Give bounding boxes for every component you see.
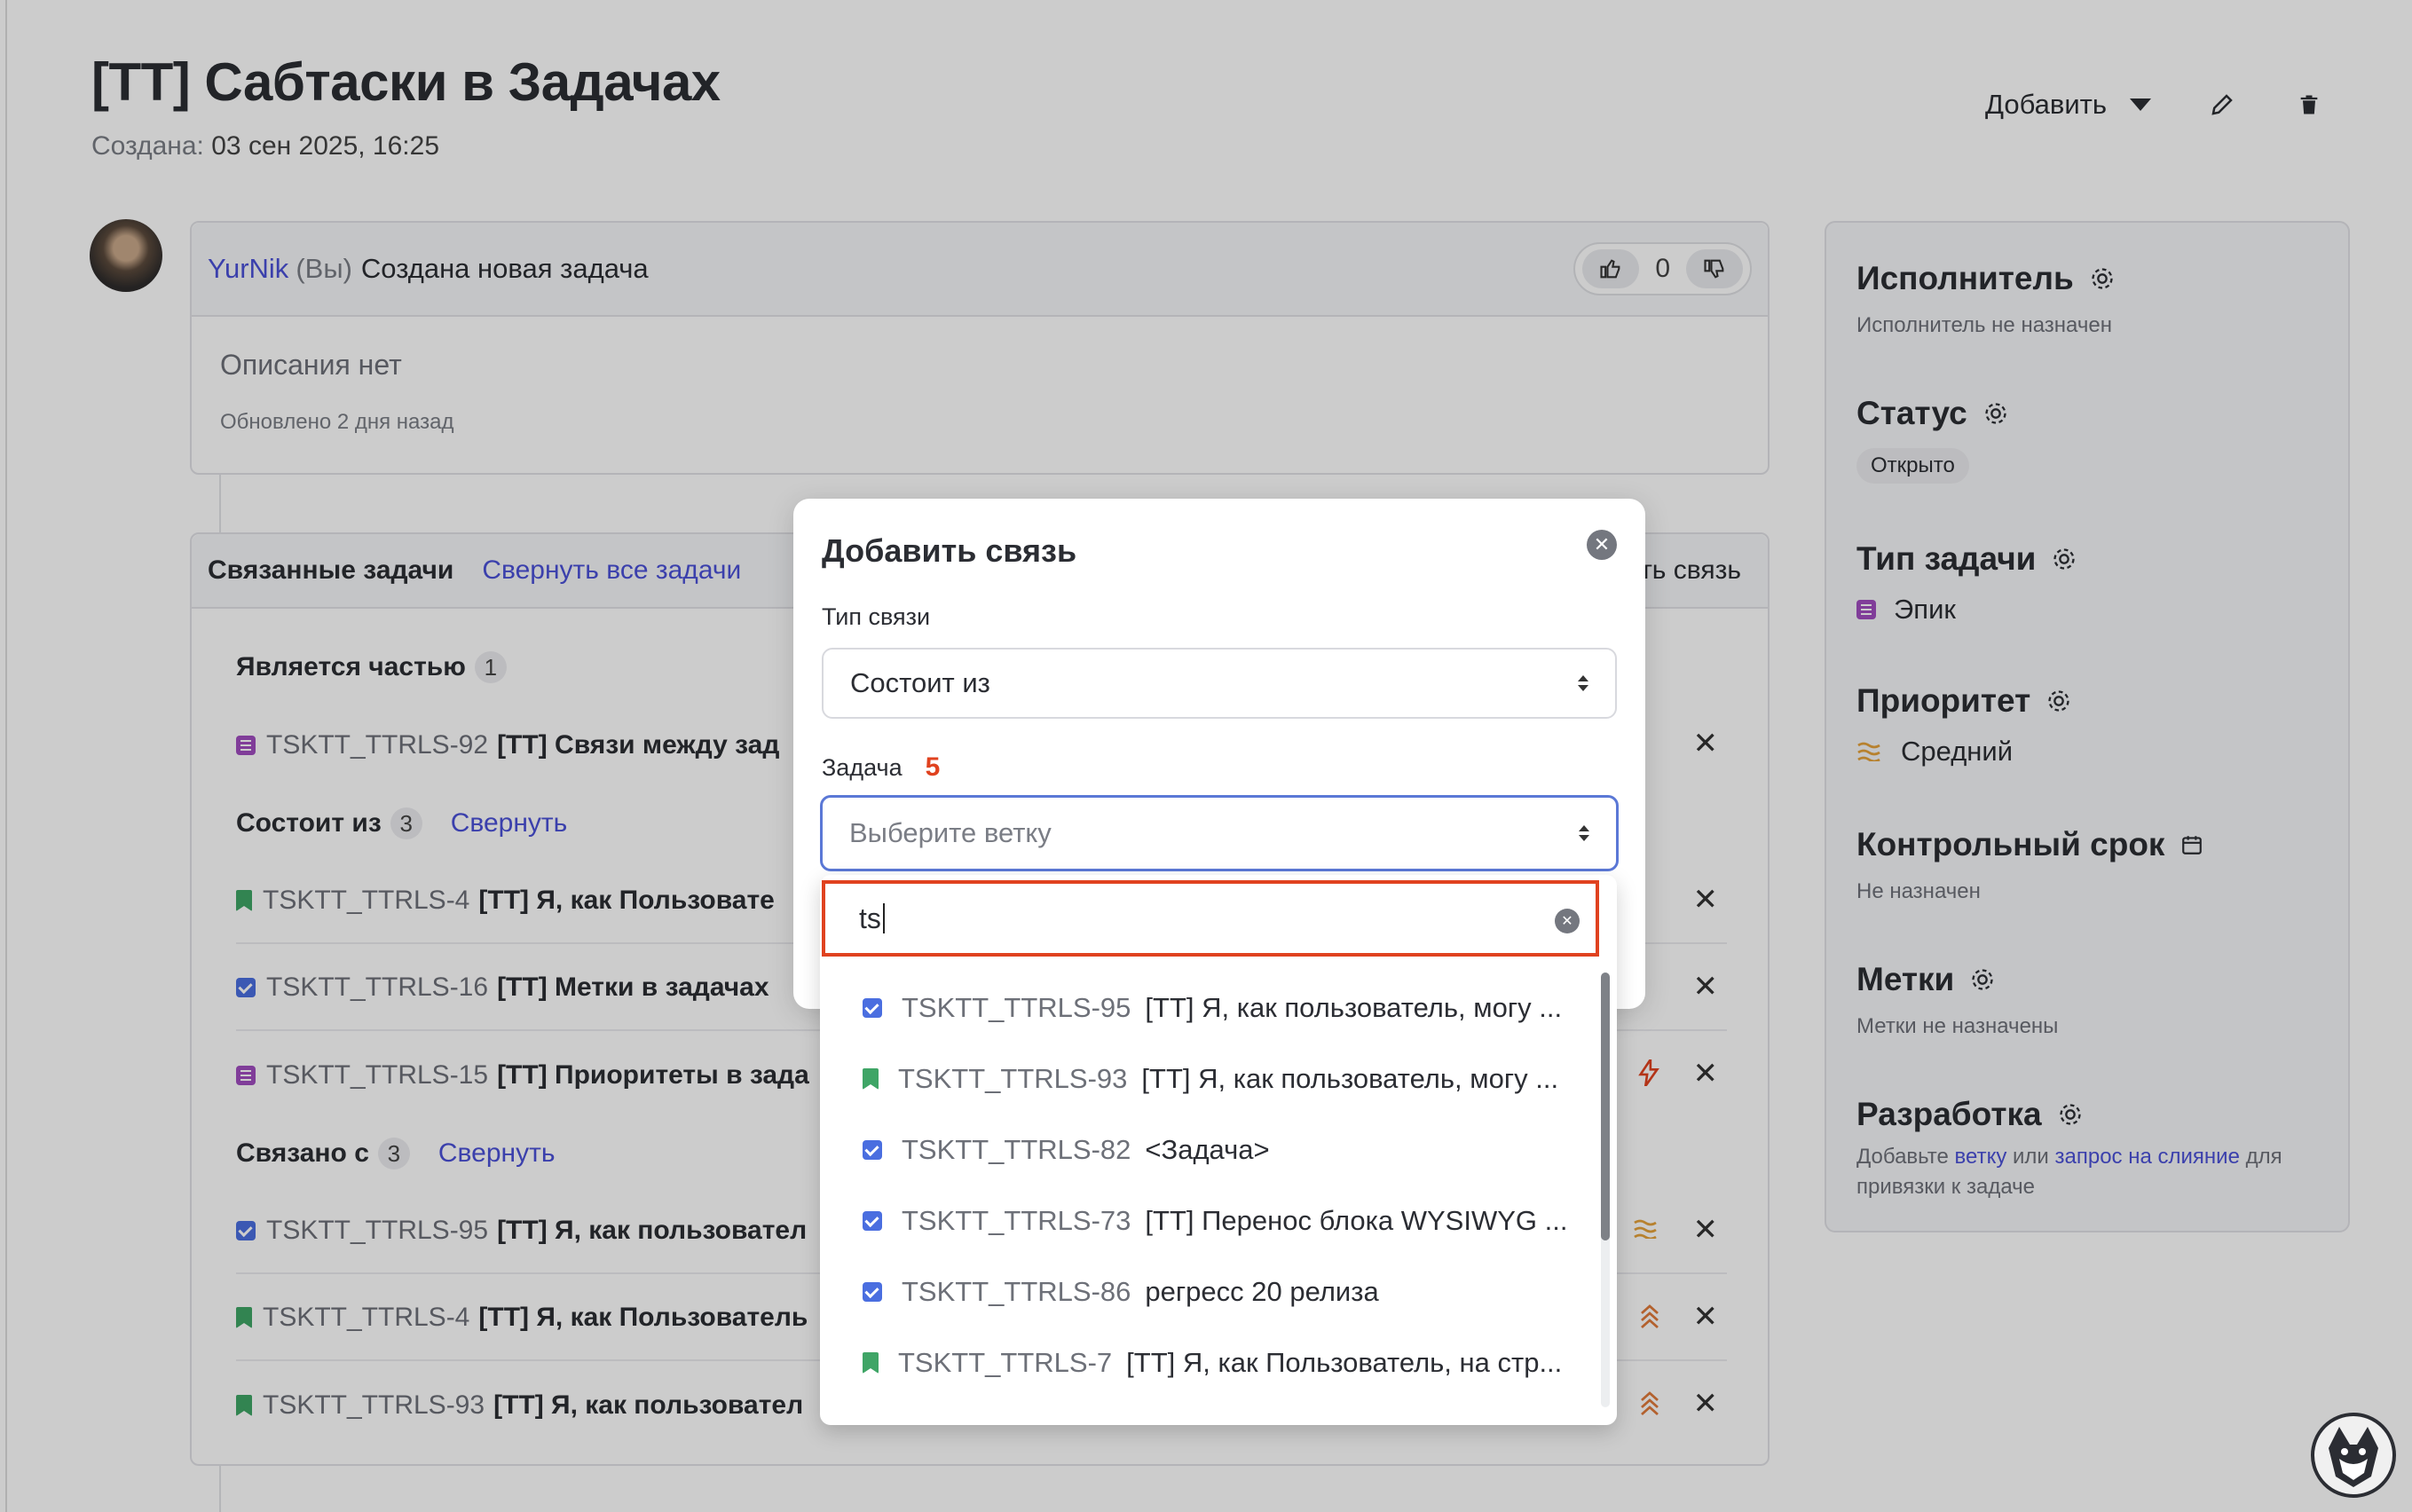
link-type-select[interactable]: Состоит из (822, 648, 1617, 719)
link-type-value: Состоит из (850, 667, 990, 698)
list-item[interactable]: TSKTT_TTRLS-73 [TT] Перенос блока WYSIWY… (863, 1185, 1573, 1256)
updown-icon (1578, 675, 1588, 691)
story-icon (863, 1068, 879, 1090)
task-page: [TT] Сабтаски в Задачах Создана: 03 сен … (0, 0, 2412, 1512)
step-annotation: 5 (925, 752, 941, 782)
story-icon (863, 1352, 879, 1374)
task-icon (863, 1282, 882, 1302)
option-key: TSKTT_TTRLS-93 (898, 1063, 1128, 1094)
option-key: TSKTT_TTRLS-73 (902, 1205, 1131, 1236)
option-key: TSKTT_TTRLS-86 (902, 1276, 1131, 1307)
option-title: регресс 20 релиза (1145, 1276, 1379, 1307)
task-icon (863, 998, 882, 1018)
scrollbar[interactable] (1601, 973, 1610, 1240)
task-select[interactable]: Выберите ветку (820, 795, 1619, 871)
option-title: [TT] Я, как пользователь, могу ... (1141, 1063, 1559, 1094)
task-dropdown: ts ✕ TSKTT_TTRLS-95 [TT] Я, как пользова… (820, 875, 1617, 1425)
task-label: Задача (822, 753, 903, 781)
list-item[interactable]: TSKTT_TTRLS-7 [TT] Я, как Пользователь, … (863, 1327, 1573, 1398)
modal-title: Добавить связь (822, 532, 1077, 569)
text-cursor (882, 903, 885, 933)
list-item[interactable]: TSKTT_TTRLS-93 [TT] Я, как пользователь,… (863, 1043, 1573, 1114)
option-key: TSKTT_TTRLS-7 (898, 1347, 1113, 1378)
updown-icon (1579, 825, 1589, 841)
list-item[interactable]: TSKTT_TTRLS-86 регресс 20 релиза (863, 1256, 1573, 1327)
close-icon[interactable]: ✕ (1587, 530, 1617, 560)
option-key: TSKTT_TTRLS-95 (902, 992, 1131, 1023)
clear-icon[interactable]: ✕ (1555, 909, 1580, 933)
link-type-label: Тип связи (822, 603, 931, 630)
task-label-row: Задача 5 (822, 752, 940, 783)
search-input[interactable]: ts ✕ (822, 880, 1599, 957)
option-title: [TT] Я, как пользователь, могу ... (1145, 992, 1563, 1023)
option-title: [TT] Перенос блока WYSIWYG ... (1145, 1205, 1568, 1236)
option-title: [TT] Я, как Пользователь, на стр... (1126, 1347, 1563, 1378)
mascot-icon[interactable] (2311, 1413, 2396, 1498)
option-key: TSKTT_TTRLS-82 (902, 1134, 1131, 1165)
task-placeholder: Выберите ветку (849, 817, 1052, 848)
task-icon (863, 1140, 882, 1160)
task-icon (863, 1211, 882, 1231)
list-item[interactable]: TSKTT_TTRLS-95 [TT] Я, как пользователь,… (863, 973, 1573, 1043)
search-value: ts (859, 902, 881, 934)
option-title: <Задача> (1145, 1134, 1270, 1165)
list-item[interactable]: TSKTT_TTRLS-82 <Задача> (863, 1114, 1573, 1185)
